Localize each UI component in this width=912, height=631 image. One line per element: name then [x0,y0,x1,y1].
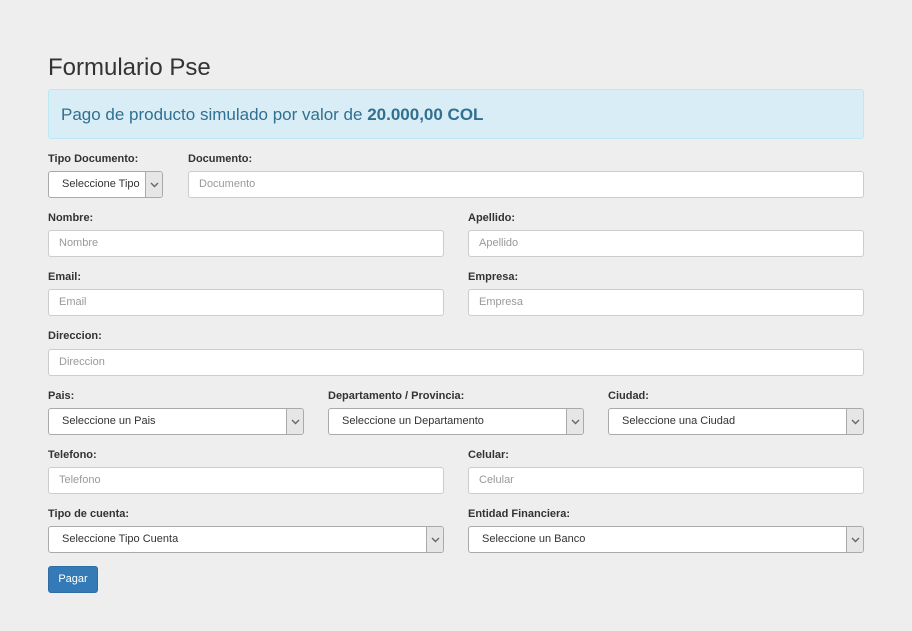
chevron-down-icon [846,527,863,552]
payment-alert: Pago de producto simulado por valor de 2… [48,89,864,139]
empresa-label: Empresa: [468,271,519,283]
telefono-label: Telefono: [48,449,97,461]
ciudad-value: Seleccione una Ciudad [622,415,736,427]
direccion-input[interactable]: Direccion [48,349,864,376]
ciudad-select[interactable]: Seleccione una Ciudad [608,408,864,435]
nombre-input[interactable]: Nombre [48,230,444,257]
tipo-documento-label: Tipo Documento: [48,153,139,165]
email-input[interactable]: Email [48,289,444,316]
direccion-label: Direccion: [48,330,102,342]
documento-label: Documento: [188,153,253,165]
chevron-down-icon [846,409,863,434]
entidad-select[interactable]: Seleccione un Banco [468,526,864,553]
email-label: Email: [48,271,82,283]
apellido-label: Apellido: [468,212,516,224]
alert-text: Pago de producto simulado por valor de [61,105,368,124]
tipo-documento-value: Seleccione Tipo [62,178,140,190]
chevron-down-icon [566,409,583,434]
pagar-button[interactable]: Pagar [48,566,98,593]
tipo-documento-select[interactable]: Seleccione Tipo [48,171,163,198]
tipo-cuenta-label: Tipo de cuenta: [48,508,130,520]
chevron-down-icon [145,172,162,197]
entidad-label: Entidad Financiera: [468,508,571,520]
celular-label: Celular: [468,449,509,461]
pais-select[interactable]: Seleccione un Pais [48,408,304,435]
tipo-cuenta-select[interactable]: Seleccione Tipo Cuenta [48,526,444,553]
page-title: Formulario Pse [48,54,211,81]
celular-input[interactable]: Celular [468,467,864,494]
nombre-label: Nombre: [48,212,94,224]
empresa-input[interactable]: Empresa [468,289,864,316]
chevron-down-icon [286,409,303,434]
apellido-input[interactable]: Apellido [468,230,864,257]
tipo-cuenta-value: Seleccione Tipo Cuenta [62,533,179,545]
telefono-input[interactable]: Telefono [48,467,444,494]
chevron-down-icon [426,527,443,552]
ciudad-label: Ciudad: [608,390,649,402]
pais-label: Pais: [48,390,75,402]
alert-amount: 20.000,00 COL [367,105,484,124]
entidad-value: Seleccione un Banco [482,533,586,545]
departamento-value: Seleccione un Departamento [342,415,484,427]
documento-input[interactable]: Documento [188,171,864,198]
pais-value: Seleccione un Pais [62,415,156,427]
departamento-select[interactable]: Seleccione un Departamento [328,408,584,435]
departamento-label: Departamento / Provincia: [328,390,465,402]
